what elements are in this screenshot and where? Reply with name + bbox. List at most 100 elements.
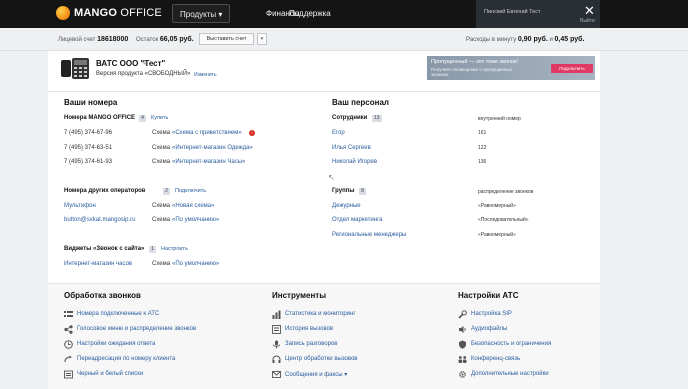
tool-voice-menu[interactable]: Голосовое меню и распределение звонков (64, 323, 196, 335)
phone-number: 7 (495) 374-67-96 (64, 130, 113, 136)
main-content: Ваши номера Номера MANGO OFFICE 4 Купить… (48, 91, 600, 283)
group-link[interactable]: Региональные менеджеры (332, 232, 406, 238)
mango-numbers-label: Номера MANGO OFFICE (64, 115, 136, 121)
widgets-label: Виджеты «Звонок с сайта» (64, 246, 145, 252)
connect-operator-link[interactable]: Подключить (175, 188, 206, 194)
tool-call-center[interactable]: Центр обработки вызовов (272, 353, 358, 365)
share-icon (64, 324, 73, 334)
wrench-icon (458, 309, 467, 319)
your-numbers-heading: Ваши номера (64, 98, 118, 107)
tool-call-history[interactable]: История вызовов (272, 323, 333, 335)
other-operators-label: Номера других операторов (64, 188, 146, 194)
scheme-label: Схема (152, 217, 171, 223)
scheme-link[interactable]: «Новая схема» (172, 203, 214, 209)
account-balance: Остаток 66,05 руб. (136, 36, 194, 43)
tool-label: Запись разговоров (285, 341, 338, 347)
scheme-label: Схема (152, 159, 171, 165)
scheme-link[interactable]: «Интернет-магазин Часы» (172, 159, 245, 165)
tool-audio-files[interactable]: Аудиофайлы (458, 323, 507, 335)
product-header: ВАТС ООО "Тест" ✎ Версия продукта «СВОБО… (48, 51, 600, 91)
mango-logo-icon (56, 6, 70, 20)
nav-products[interactable]: Продукты ▾ (172, 4, 231, 23)
mango-numbers-count: 4 (139, 115, 146, 122)
invoice-dropdown-button[interactable]: ▾ (257, 33, 267, 45)
widget-link[interactable]: Интернет-магазин часов (64, 261, 132, 267)
conference-icon (458, 355, 467, 363)
scheme-label: Схема (152, 203, 171, 209)
list-icon (64, 310, 73, 317)
scheme-link[interactable]: «Интернет-магазин Одежда» (172, 145, 253, 151)
tool-sip-settings[interactable]: Настройка SIP (458, 308, 512, 320)
other-operators-count: 2 (163, 188, 170, 195)
scheme-link[interactable]: «По умолчанию» (172, 217, 219, 223)
group-distribution: «Последовательный» (478, 217, 529, 223)
internal-number-header: внутренний номер (478, 116, 521, 122)
employee-link[interactable]: Егор (332, 130, 345, 136)
tool-statistics[interactable]: Статистика и мониторинг (272, 308, 356, 320)
tool-label: Конференц-связь (471, 356, 521, 362)
scheme-link[interactable]: «По умолчанию» (172, 261, 219, 267)
logo-text: MANGO OFFICE (74, 7, 162, 19)
tool-wait-settings[interactable]: Настройки ожидания ответа (64, 338, 155, 350)
tool-conference[interactable]: Конференц-связь (458, 353, 520, 365)
employee-link[interactable]: Илья Сергеев (332, 145, 371, 151)
tool-label: Настройка SIP (471, 311, 512, 317)
scheme-label: Схема (152, 145, 171, 151)
promo-connect-button[interactable]: Подключить (551, 64, 593, 73)
pbx-title: ВАТС ООО "Тест" (96, 59, 166, 68)
promo-text: Получите оповещение о пропущенных звонка… (431, 67, 512, 77)
operator-number-link[interactable]: Мультифон (64, 203, 96, 209)
alert-icon[interactable]: ! (249, 130, 255, 136)
tools-heading: Инструменты (272, 291, 327, 300)
group-link[interactable]: Дежурные (332, 203, 361, 209)
tool-security[interactable]: Безопасность и ограничения (458, 338, 551, 350)
phone-list-icon (64, 370, 73, 378)
phone-number: 7 (495) 374-63-51 (64, 145, 113, 151)
tool-label: Настройки ожидания ответа (77, 341, 156, 347)
tool-label: Аудиофайлы (471, 326, 508, 332)
tool-client-redirect[interactable]: Переадресация по номеру клиента (64, 353, 175, 365)
invoice-button[interactable]: Выставить счет (199, 33, 254, 45)
call-distribution-header: распределение звонков (478, 189, 534, 195)
call-handling-heading: Обработка звонков (64, 291, 141, 300)
employee-ext: 161 (478, 130, 487, 136)
microphone-icon (273, 340, 280, 348)
scheme-link[interactable]: «Схема с приветствием» (172, 130, 242, 136)
clock-icon (64, 339, 73, 349)
logout-link[interactable]: Выйти (580, 18, 595, 24)
scheme-label: Схема (152, 261, 171, 267)
user-name: Пинский Евгений Тест (484, 9, 541, 15)
close-icon[interactable]: ✕ (584, 3, 595, 19)
tool-label: Дополнительные настройки (471, 371, 549, 377)
tool-label: Номера подключенные к АТС (77, 311, 160, 317)
pbx-settings-heading: Настройки АТС (458, 291, 519, 300)
nav-support[interactable]: Поддержка (282, 4, 338, 23)
left-margin (0, 51, 48, 389)
groups-count: 8 (359, 188, 366, 195)
employees-label: Сотрудники (332, 115, 368, 121)
tool-label: Черный и белый списки (77, 371, 144, 377)
product-version: Версия продукта «СВОБОДНЫЙ» (96, 71, 191, 77)
tool-call-recording[interactable]: Запись разговоров (272, 338, 337, 350)
tool-label: Центр обработки вызовов (285, 356, 358, 362)
account-bar: Лицевой счет 18618000 Остаток 66,05 руб.… (0, 28, 688, 51)
top-navigation-bar: MANGO OFFICE Продукты ▾ Финансы Поддержк… (0, 0, 688, 28)
tool-label: Голосовое меню и распределение звонков (77, 326, 197, 332)
tool-black-white-lists[interactable]: Черный и белый списки (64, 368, 143, 380)
widget-setup-link[interactable]: Настроить (161, 246, 188, 252)
shield-icon (459, 340, 466, 349)
logo[interactable]: MANGO OFFICE (56, 6, 162, 20)
your-staff-heading: Ваш персонал (332, 98, 389, 107)
change-version-link[interactable]: Изменить (194, 72, 217, 78)
pencil-icon[interactable]: ✎ (141, 59, 147, 67)
buy-number-link[interactable]: Купить (151, 115, 168, 121)
operator-number-link[interactable]: button@sxkat.mangosip.ru (64, 217, 135, 223)
tool-additional-settings[interactable]: Дополнительные настройки (458, 368, 549, 380)
pbx-phone-icon (61, 58, 89, 79)
employee-link[interactable]: Николай Игорев (332, 159, 377, 165)
tool-messages-faxes[interactable]: Сообщения и факсы ▾ (272, 368, 347, 380)
tools-panel: Обработка звонков Номера подключенные к … (48, 283, 600, 389)
group-link[interactable]: Отдел маркетинга (332, 217, 382, 223)
tool-connected-numbers[interactable]: Номера подключенные к АТС (64, 308, 159, 320)
tool-label: Переадресация по номеру клиента (77, 356, 176, 362)
